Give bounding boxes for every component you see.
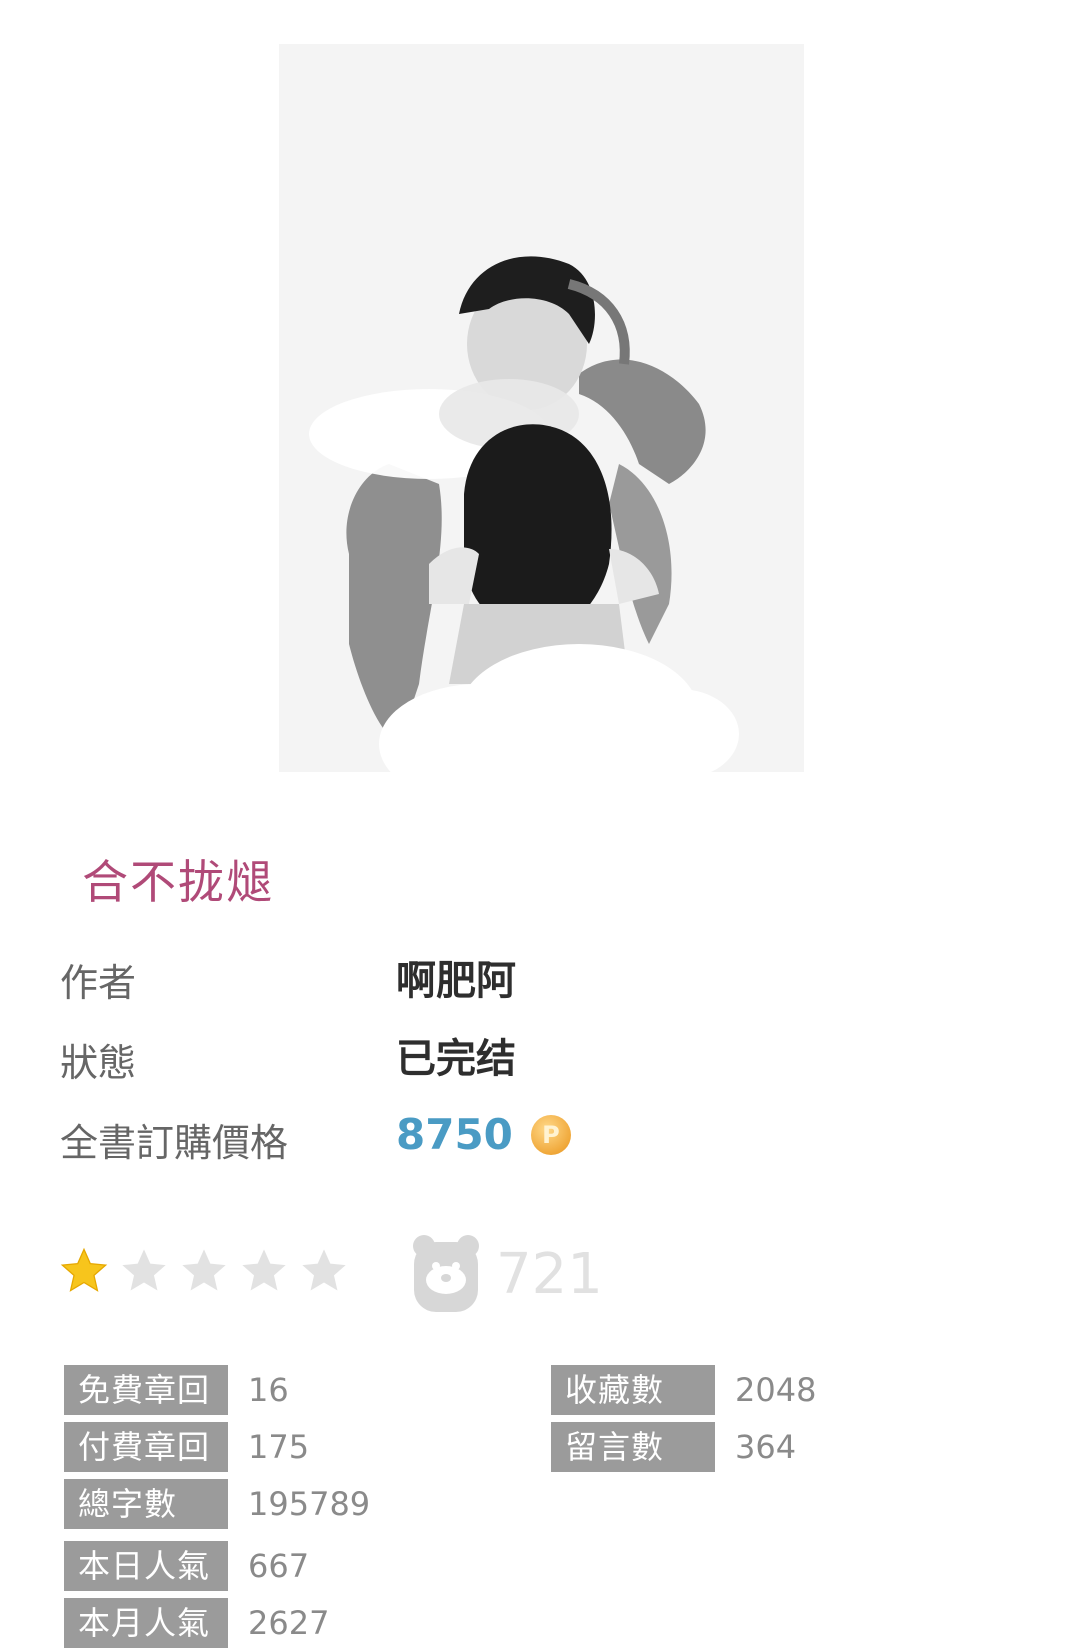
star-icon-empty[interactable]: [238, 1245, 290, 1297]
author-label: 作者: [60, 961, 137, 1005]
stat-free-chapters: 免費章回 16: [64, 1365, 289, 1415]
stat-value: 667: [248, 1547, 310, 1585]
author-name[interactable]: 啊肥阿: [396, 948, 516, 1006]
stat-value: 16: [248, 1371, 289, 1409]
stat-label: 免費章回: [64, 1365, 228, 1415]
book-cover-image[interactable]: [279, 44, 804, 772]
stat-label: 付費章回: [64, 1422, 228, 1472]
stat-value: 195789: [248, 1485, 371, 1523]
star-icon-empty[interactable]: [298, 1245, 350, 1297]
coin-icon: P: [530, 1114, 571, 1155]
rating-stars[interactable]: [58, 1245, 350, 1297]
stat-comments: 留言數 364: [551, 1422, 796, 1472]
stat-value: 364: [735, 1428, 797, 1466]
stat-value: 2048: [735, 1371, 817, 1409]
stat-daily-popularity: 本日人氣 667: [64, 1541, 309, 1591]
status-label: 狀態: [60, 1041, 137, 1085]
stat-paid-chapters: 付費章回 175: [64, 1422, 309, 1472]
stat-label: 本日人氣: [64, 1541, 228, 1591]
stat-value: 2627: [248, 1604, 330, 1642]
popularity-widget[interactable]: 721: [410, 1232, 603, 1316]
star-icon-empty[interactable]: [178, 1245, 230, 1297]
price-display: 8750 P: [396, 1110, 571, 1159]
stat-label: 收藏數: [551, 1365, 715, 1415]
status-value: 已完结: [396, 1036, 516, 1082]
bear-face-icon: [413, 1235, 479, 1312]
stat-label: 留言數: [551, 1422, 715, 1472]
popularity-count: 721: [496, 1241, 603, 1307]
stat-label: 總字數: [64, 1479, 228, 1529]
stat-value: 175: [248, 1428, 310, 1466]
star-icon-empty[interactable]: [118, 1245, 170, 1297]
stat-label: 本月人氣: [64, 1598, 228, 1648]
price-label: 全書訂購價格: [60, 1121, 289, 1165]
stat-word-count: 總字數 195789: [64, 1479, 370, 1529]
stat-favorites: 收藏數 2048: [551, 1365, 816, 1415]
book-title: 合不拢煺: [82, 855, 274, 909]
price-value: 8750: [396, 1110, 513, 1159]
stat-monthly-popularity: 本月人氣 2627: [64, 1598, 329, 1648]
star-icon-filled[interactable]: [58, 1245, 110, 1297]
